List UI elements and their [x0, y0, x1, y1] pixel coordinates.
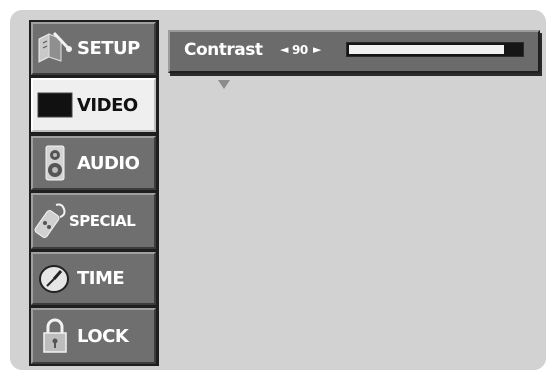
time-icon [33, 259, 77, 299]
down-arrow-icon [218, 80, 230, 89]
menu-item-special[interactable]: SPECIAL [31, 193, 156, 249]
menu-item-label-time: TIME [77, 268, 125, 289]
menu-item-label-video: VIDEO [77, 94, 138, 116]
menu-item-video[interactable]: VIDEO [31, 78, 156, 132]
setting-label: Contrast [184, 40, 263, 60]
menu-item-time[interactable]: TIME [31, 252, 156, 305]
video-icon [33, 85, 77, 125]
menu-item-setup[interactable]: SETUP [31, 22, 156, 75]
special-icon [33, 201, 69, 241]
menu-item-label-setup: SETUP [77, 38, 140, 59]
contrast-setting-bar[interactable]: Contrast ◄ 90 ► [168, 30, 540, 73]
contrast-slider-fill [349, 45, 504, 54]
decrease-arrow-icon[interactable]: ◄ [280, 43, 288, 56]
lock-icon [33, 316, 77, 356]
audio-icon [33, 143, 77, 183]
menu-item-label-lock: LOCK [77, 325, 129, 347]
menu-item-label-special: SPECIAL [69, 212, 136, 230]
menu-item-audio[interactable]: AUDIO [31, 136, 156, 190]
menu-item-label-audio: AUDIO [77, 152, 140, 174]
menu-item-lock[interactable]: LOCK [31, 308, 156, 364]
setup-icon [33, 29, 77, 69]
setting-value: 90 [292, 43, 308, 57]
contrast-slider-track[interactable] [346, 42, 524, 57]
increase-arrow-icon[interactable]: ► [313, 43, 321, 56]
